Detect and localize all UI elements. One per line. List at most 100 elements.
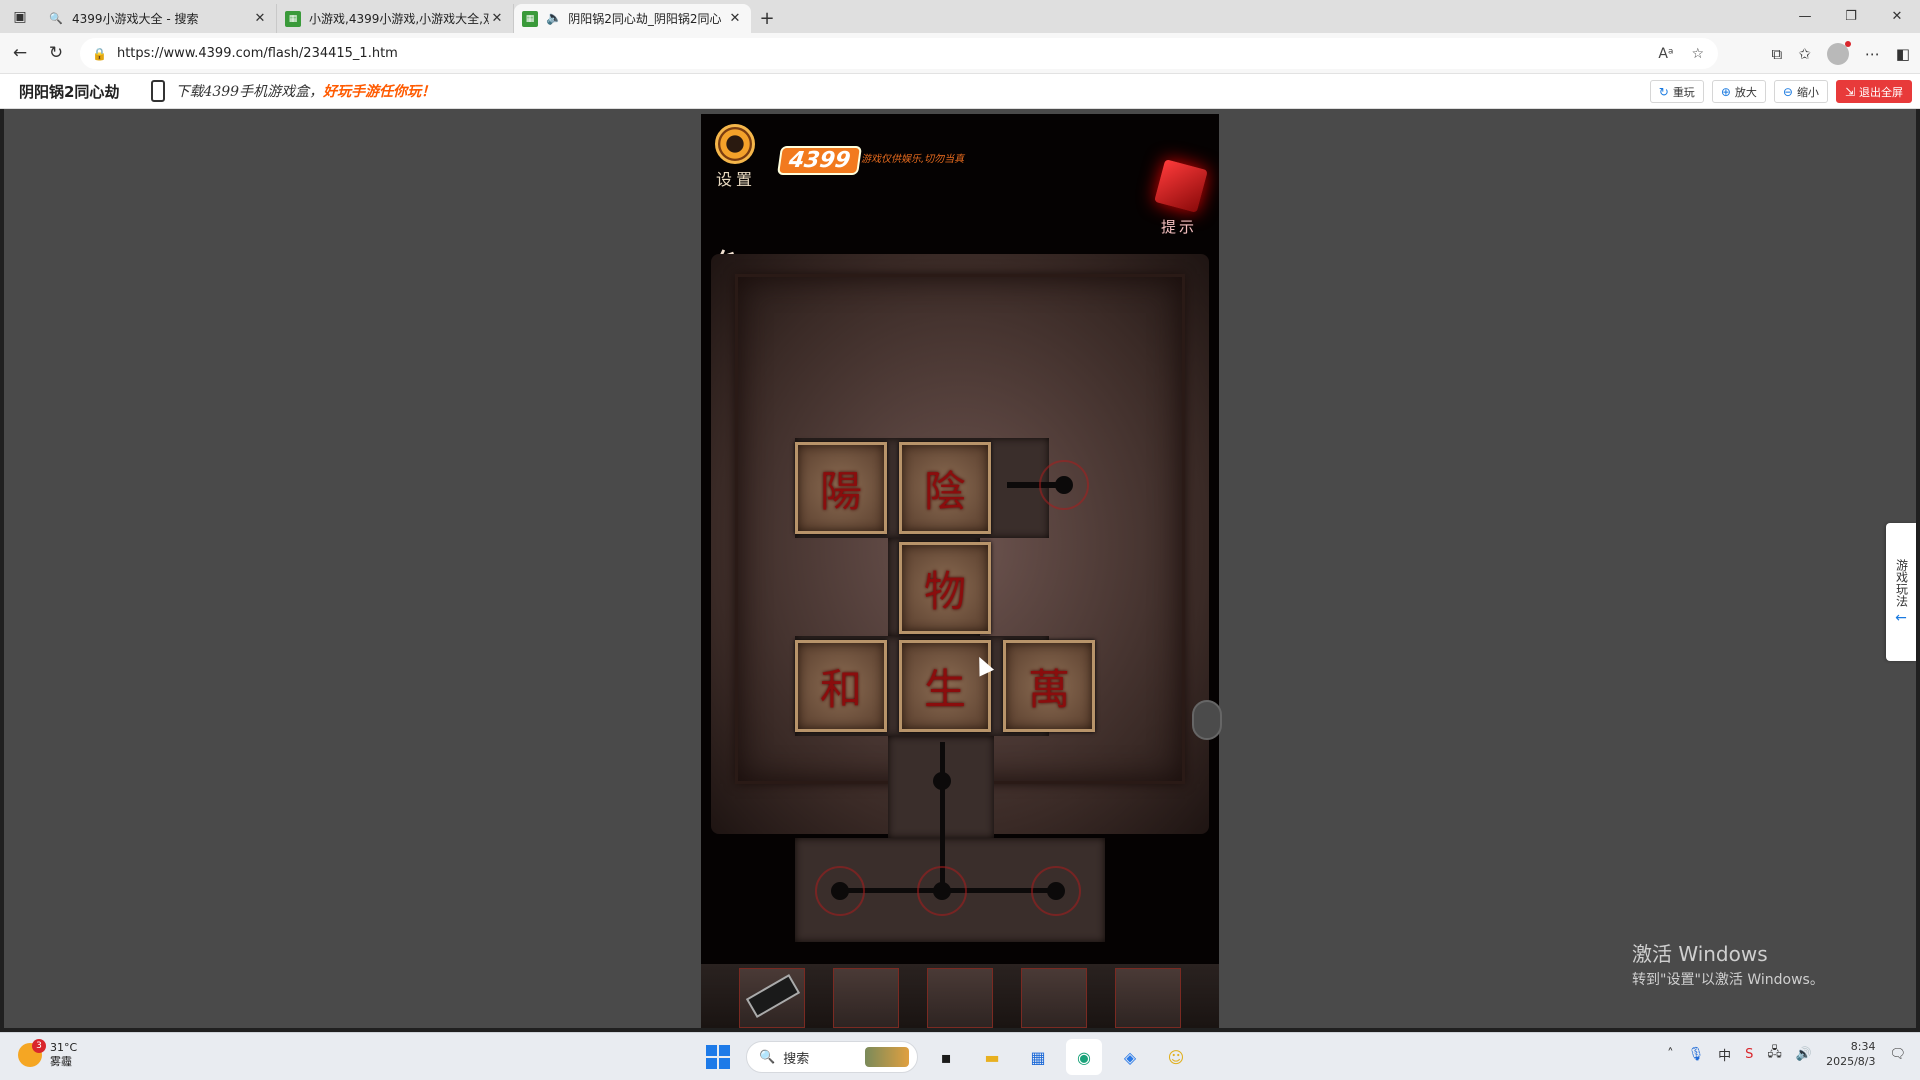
empty-socket — [1039, 460, 1089, 510]
4399-favicon-icon: ▦ — [522, 10, 538, 27]
file-explorer-icon[interactable]: ▬ — [974, 1039, 1010, 1075]
url-text[interactable]: https://www.4399.com/flash/234415_1.htm — [117, 46, 398, 61]
tile-yin[interactable]: 陰 — [899, 442, 991, 534]
app-icon[interactable]: ◈ — [1112, 1039, 1148, 1075]
tab-game[interactable]: ▦ 🔈 阴阳锅2同心劫_阴阳锅2同心 ✕ — [514, 4, 751, 33]
url-field[interactable]: 🔒 https://www.4399.com/flash/234415_1.ht… — [80, 38, 1718, 69]
chevron-up-icon[interactable]: ˄ — [1667, 1047, 1674, 1062]
start-button[interactable] — [700, 1039, 736, 1075]
tile-sheng[interactable]: 生 — [899, 640, 991, 732]
window-controls: — ❐ ✕ — [1782, 0, 1920, 33]
back-button[interactable]: ← — [2, 35, 38, 71]
zoom-in-icon: ⊕ — [1720, 84, 1731, 99]
arrow-left-icon: ← — [1895, 609, 1907, 626]
profile-avatar[interactable] — [1826, 40, 1851, 65]
close-window-icon[interactable]: ✕ — [1874, 0, 1920, 33]
floating-helper-icon[interactable] — [1192, 700, 1222, 740]
puzzle-board: 陽 陰 物 和 生 萬 — [711, 254, 1209, 942]
weather-condition: 雾霾 — [50, 1055, 72, 1068]
app-tray-icon[interactable]: S — [1745, 1047, 1753, 1062]
replay-icon: ↻ — [1658, 84, 1669, 99]
zoom-out-button[interactable]: ⊖ 缩小 — [1773, 80, 1828, 103]
blade-item-icon[interactable] — [745, 973, 801, 1019]
inventory-slot-4[interactable] — [1021, 968, 1087, 1028]
ime-indicator[interactable]: 中 — [1718, 1045, 1731, 1064]
system-tray: ˄ 🎙 中 S 🖧 🔊 8:34 2025/8/3 🗨 — [1667, 1039, 1906, 1069]
settings-button[interactable]: 设置 — [715, 124, 757, 190]
more-menu-icon[interactable]: ⋯ — [1865, 45, 1880, 63]
tab-title: 小游戏,4399小游戏,小游戏大全,双 — [309, 12, 489, 26]
zoom-in-button[interactable]: ⊕ 放大 — [1711, 80, 1766, 103]
app-icon[interactable]: ☺ — [1158, 1039, 1194, 1075]
hint-label: 提示 — [1161, 218, 1198, 236]
speaker-icon[interactable]: 🔈 — [546, 11, 562, 26]
tile-he[interactable]: 和 — [795, 640, 887, 732]
hint-card-icon — [1154, 159, 1208, 213]
restore-icon[interactable]: ❐ — [1828, 0, 1874, 33]
hint-button[interactable]: 提示 — [1151, 159, 1211, 236]
zoom-out-icon: ⊖ — [1782, 84, 1793, 99]
search-highlight-image — [865, 1047, 909, 1067]
watermark-subtitle: 转到"设置"以激活 Windows。 — [1632, 972, 1824, 988]
favorite-star-icon[interactable]: ☆ — [1691, 46, 1704, 62]
empty-socket[interactable] — [1031, 866, 1081, 916]
notification-icon[interactable]: 🗨 — [1889, 1047, 1906, 1062]
disclaimer-text: 游戏仅供娱乐,切勿当真 — [861, 154, 965, 165]
search-icon: 🔍 — [759, 1049, 776, 1065]
site-toolbar: 阴阳锅2同心劫 下载4399手机游戏盒， 好玩手游任你玩！ ↻ 重玩 ⊕ 放大 ⊖ 缩… — [0, 74, 1920, 109]
refresh-button[interactable]: ↻ — [38, 35, 74, 71]
back-arrow-icon: ← — [12, 43, 28, 63]
tab-search[interactable]: 🔍 4399小游戏大全 - 搜索 ✕ — [40, 4, 277, 33]
lock-icon[interactable]: 🔒 — [92, 47, 107, 61]
taskbar-search[interactable]: 🔍 搜索 — [746, 1041, 918, 1073]
settings-label: 设置 — [715, 170, 756, 189]
close-icon[interactable]: ✕ — [252, 11, 268, 26]
tab-strip: ▣ 🔍 4399小游戏大全 - 搜索 ✕ ▦ 小游戏,4399小游戏,小游戏大全… — [0, 0, 1920, 33]
date: 2025/8/3 — [1826, 1055, 1876, 1068]
read-aloud-icon[interactable]: Aᵃ — [1658, 46, 1673, 62]
wire-node — [933, 772, 951, 790]
tab-4399-home[interactable]: ▦ 小游戏,4399小游戏,小游戏大全,双 ✕ — [277, 4, 514, 33]
clock[interactable]: 8:34 2025/8/3 — [1826, 1039, 1875, 1069]
game-guide-label: 游戏玩法 — [1894, 558, 1909, 607]
tab-actions-button[interactable]: ▣ — [0, 0, 40, 33]
time: 8:34 — [1850, 1040, 1876, 1053]
tile-wan[interactable]: 萬 — [1003, 640, 1095, 732]
new-tab-button[interactable]: + — [751, 4, 783, 33]
inventory-slot-3[interactable] — [927, 968, 993, 1028]
game-guide-tab[interactable]: 游戏玩法 ← — [1886, 523, 1916, 661]
replay-button[interactable]: ↻ 重玩 — [1649, 80, 1704, 103]
exit-fullscreen-label: 退出全屏 — [1859, 85, 1903, 99]
task-view-icon[interactable]: ▪ — [928, 1039, 964, 1075]
favorites-icon[interactable]: ✩ — [1798, 45, 1811, 63]
tab-title: 4399小游戏大全 - 搜索 — [72, 12, 199, 26]
volume-icon[interactable]: 🔊 — [1796, 1047, 1812, 1062]
empty-socket[interactable] — [917, 866, 967, 916]
network-icon[interactable]: 🖧 — [1767, 1043, 1782, 1065]
weather-widget[interactable]: 3 31°C 雾霾 — [18, 1039, 77, 1069]
inventory-slot-5[interactable] — [1115, 968, 1181, 1028]
address-bar: ← ↻ 🔒 https://www.4399.com/flash/234415_… — [0, 33, 1920, 74]
zoom-out-label: 缩小 — [1796, 85, 1819, 99]
exit-fullscreen-button[interactable]: ⇲ 退出全屏 — [1835, 80, 1912, 103]
game-canvas[interactable]: 设置 4399 游戏仅供娱乐,切勿当真 提示 ↰ 陽 陰 物 和 生 萬 — [701, 114, 1219, 1028]
tab-actions-icon: ▣ — [13, 8, 27, 25]
close-icon[interactable]: ✕ — [489, 11, 505, 26]
tile-wu[interactable]: 物 — [899, 542, 991, 634]
sun-icon: 3 — [18, 1039, 46, 1067]
tile-yang[interactable]: 陽 — [795, 442, 887, 534]
promo-highlight[interactable]: 好玩手游任你玩！ — [323, 81, 435, 101]
sidebar-icon[interactable]: ◧ — [1896, 45, 1910, 63]
promo-text[interactable]: 下载4399手机游戏盒， — [175, 81, 323, 101]
notification-badge: 3 — [32, 1039, 46, 1053]
microphone-icon[interactable]: 🎙 — [1688, 1047, 1705, 1062]
inventory-slot-1[interactable] — [739, 968, 805, 1028]
extensions-icon[interactable]: ⧉ — [1772, 45, 1783, 63]
empty-socket[interactable] — [815, 866, 865, 916]
inventory-slot-2[interactable] — [833, 968, 899, 1028]
edge-browser-icon[interactable]: ◉ — [1066, 1039, 1102, 1075]
minimize-icon[interactable]: — — [1782, 0, 1828, 33]
store-icon[interactable]: ▦ — [1020, 1039, 1056, 1075]
phone-icon — [151, 80, 166, 102]
close-icon[interactable]: ✕ — [727, 11, 743, 26]
